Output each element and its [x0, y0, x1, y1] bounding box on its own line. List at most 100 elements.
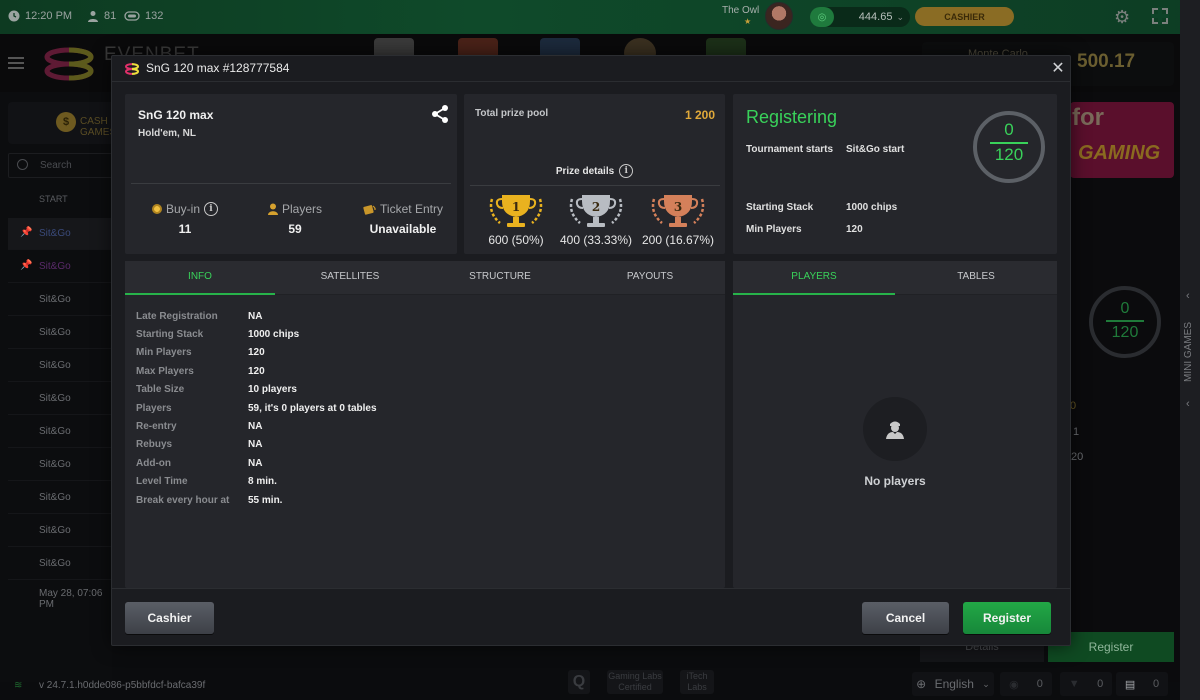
players-value: 59	[288, 222, 302, 236]
lobby-search-input[interactable]: Search	[8, 153, 118, 178]
info-value: 120	[248, 347, 265, 359]
trophy-place-number: 3	[674, 200, 682, 214]
pin-icon[interactable]: 📌	[20, 227, 32, 238]
lobby-row[interactable]: 📌 Sit&Go	[8, 218, 118, 250]
table-icon	[124, 11, 140, 21]
lobby-row[interactable]: Sit&Go	[8, 449, 118, 481]
min-players-label: Min Players	[746, 224, 802, 235]
capacity-count: 120	[994, 145, 1024, 164]
lobby-row[interactable]: Sit&Go	[8, 482, 118, 514]
lobby-row-start: Sit&Go	[39, 294, 71, 305]
mini-games-sidebar[interactable]: ‹ MINI GAMES ‹	[1180, 0, 1200, 700]
info-row: Level Time 8 min.	[136, 473, 377, 491]
prize-amount: 600 (50%)	[488, 233, 544, 247]
players-block: Players 59	[253, 202, 337, 236]
lobby-row[interactable]: 📌 Sit&Go	[8, 251, 118, 283]
info-key: Table Size	[136, 384, 185, 396]
info-row: Min Players 120	[136, 344, 377, 362]
info-value: 59, it's 0 players at 0 tables	[248, 402, 377, 414]
ring-divider	[1106, 320, 1144, 322]
gear-icon[interactable]: ⚙	[1114, 7, 1130, 28]
lobby-row[interactable]: Sit&Go	[8, 383, 118, 415]
players-label: Players	[281, 202, 322, 216]
pin-icon[interactable]: 📌	[20, 260, 32, 271]
tab-tables[interactable]: TABLES	[895, 261, 1057, 294]
info-value: NA	[248, 457, 263, 469]
chevron-down-icon: ⌄	[982, 678, 990, 689]
lobby-row[interactable]: Sit&Go	[8, 317, 118, 349]
prize-amount: 200 (16.67%)	[641, 233, 715, 247]
modal-header: SnG 120 max #128777584 ✕	[112, 56, 1070, 82]
lobby-row[interactable]: Sit&Go	[8, 350, 118, 382]
prize-amount: 400 (33.33%)	[559, 233, 633, 247]
lobby-row-start: Sit&Go	[39, 261, 71, 272]
counter-value: 0	[1153, 678, 1160, 690]
info-key: Players	[136, 402, 172, 414]
player-silhouette-icon	[886, 421, 904, 439]
eye-hidden-icon[interactable]: ◎	[810, 7, 834, 27]
chevron-left-icon[interactable]: ‹	[1186, 398, 1190, 410]
lobby-row-start: Sit&Go	[39, 459, 71, 470]
avatar[interactable]	[765, 2, 793, 30]
info-icon[interactable]: i	[204, 202, 218, 216]
info-key: Re-entry	[136, 421, 177, 433]
tab-payouts[interactable]: PAYOUTS	[575, 261, 725, 294]
divider	[131, 183, 451, 184]
language-select[interactable]: ⊕ English ⌄	[912, 672, 994, 696]
info-key: Late Registration	[136, 310, 218, 322]
tournament-name: SnG 120 max	[138, 108, 214, 122]
fullscreen-icon[interactable]	[1151, 7, 1169, 25]
tab-info[interactable]: INFO	[125, 261, 275, 295]
lobby-row[interactable]: May 28, 07:06 PM	[8, 578, 118, 610]
ticket-label: Ticket Entry	[380, 202, 443, 216]
lobby-row[interactable]: Sit&Go	[8, 416, 118, 448]
info-icon[interactable]: i	[619, 164, 634, 178]
empty-players-text: No players	[864, 474, 926, 488]
mini-games-label: MINI GAMES	[1183, 321, 1194, 382]
trophy-place-number: 1	[512, 200, 520, 214]
trophy-place-3-icon: 3	[646, 191, 710, 231]
tables-stat: 132	[124, 10, 163, 22]
close-icon[interactable]: ✕	[1048, 59, 1068, 79]
info-key: Add-on	[136, 457, 171, 469]
clock-icon	[8, 10, 20, 22]
share-icon[interactable]	[429, 103, 451, 125]
cancel-button[interactable]: Cancel	[862, 602, 949, 634]
game-type: Hold'em, NL	[138, 128, 196, 139]
trophy-place-number: 2	[592, 200, 600, 214]
bg-registration-ring: 0 120	[1089, 286, 1161, 358]
filter-icon: ▼	[1068, 678, 1080, 690]
info-row: Rebuys NA	[136, 436, 377, 454]
app-root: 12:20 PM 81 132 The Owl ★ ◎ 444.65 ⌄ CAS…	[0, 0, 1200, 700]
lobby-row[interactable]: Sit&Go	[8, 284, 118, 316]
info-value: 120	[248, 365, 265, 377]
promo-banner[interactable]: for GAMING	[1070, 102, 1174, 178]
info-key: Max Players	[136, 365, 194, 377]
column-header-start[interactable]: START	[39, 194, 68, 204]
info-row: Late Registration NA	[136, 307, 377, 325]
divider	[470, 185, 720, 186]
chevron-down-icon[interactable]: ⌄	[896, 12, 910, 23]
counter-1[interactable]: ◉ 0	[1000, 672, 1052, 696]
balance-widget[interactable]: ◎ 444.65 ⌄	[810, 7, 910, 27]
info-value: 8 min.	[248, 476, 277, 488]
clock-stat: 12:20 PM	[8, 10, 72, 22]
cash-games-tab[interactable]: $ CASH GAMES	[8, 102, 118, 144]
nickname: The Owl	[722, 5, 760, 16]
info-key: Min Players	[136, 347, 192, 359]
cashier-top-button[interactable]: CASHIER	[915, 7, 1014, 26]
menu-icon[interactable]	[8, 57, 24, 69]
tab-satellites[interactable]: SATELLITES	[275, 261, 425, 294]
buyin-block: Buy-in i 11	[143, 202, 227, 236]
counter-2[interactable]: ▼ 0	[1060, 672, 1112, 696]
lobby-row[interactable]: Sit&Go	[8, 548, 118, 580]
cashier-button[interactable]: Cashier	[125, 602, 214, 634]
tab-structure[interactable]: STRUCTURE	[425, 261, 575, 294]
chat-counter[interactable]: ▤ 0	[1116, 672, 1168, 696]
chevron-left-icon[interactable]: ‹	[1186, 290, 1190, 302]
notification-icon: ◉	[1009, 678, 1019, 691]
lobby-row-start: Sit&Go	[39, 228, 71, 239]
tab-players[interactable]: PLAYERS	[733, 261, 895, 295]
register-button[interactable]: Register	[963, 602, 1051, 634]
lobby-row[interactable]: Sit&Go	[8, 515, 118, 547]
